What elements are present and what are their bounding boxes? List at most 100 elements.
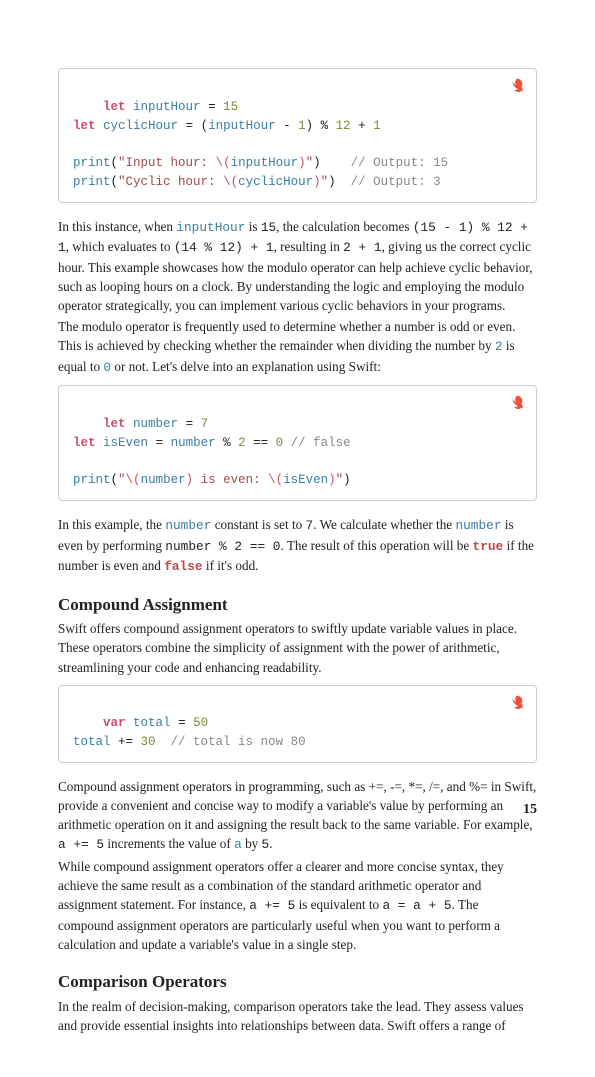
code-token: ) (343, 473, 351, 487)
code-token: ) (328, 473, 336, 487)
code-token: let (103, 100, 126, 114)
code-token: \( (223, 175, 238, 189)
code-token: "Cyclic hour: (118, 175, 223, 189)
code-token: cyclicHour (238, 175, 313, 189)
code-block-compound: var total = 50 total += 30 // total is n… (58, 685, 537, 763)
inline-code: 2 (495, 339, 503, 354)
code-token: isEven (103, 436, 148, 450)
code-token: isEven (283, 473, 328, 487)
text: . We calculate whether the (313, 517, 455, 532)
code-token: number (141, 473, 186, 487)
code-token: += (111, 735, 141, 749)
code-token: let (103, 417, 126, 431)
page-content: let inputHour = 15 let cyclicHour = (inp… (0, 0, 595, 1077)
code-token: ( (111, 156, 119, 170)
paragraph-compound-explain: Compound assignment operators in program… (58, 777, 537, 855)
paragraph-modulo-odd-even: The modulo operator is frequently used t… (58, 317, 537, 377)
text: is equivalent to (295, 897, 382, 912)
inline-code: number % 2 == 0 (165, 539, 280, 554)
code-token: print (73, 156, 111, 170)
text: In this instance, when (58, 219, 176, 234)
code-token: print (73, 473, 111, 487)
code-token: // Output: 15 (351, 156, 449, 170)
inline-code: (14 % 12) + 1 (174, 240, 274, 255)
code-token: ) (186, 473, 194, 487)
code-token: \( (126, 473, 141, 487)
code-token: total (73, 735, 111, 749)
inline-code: number (165, 518, 211, 533)
code-token: ( (111, 473, 119, 487)
code-token: inputHour (133, 100, 201, 114)
text: is (245, 219, 260, 234)
inline-code: true (473, 539, 504, 554)
code-token: 1 (373, 119, 381, 133)
page-number: 15 (523, 800, 537, 820)
code-token: ) (313, 175, 321, 189)
code-token: 50 (193, 716, 208, 730)
text: constant is set to (211, 517, 305, 532)
code-token: ) (328, 175, 351, 189)
code-token: ) (313, 156, 351, 170)
inline-code: number (455, 518, 501, 533)
code-token: print (73, 175, 111, 189)
code-token: = (178, 716, 193, 730)
text: if it's odd. (203, 558, 259, 573)
code-token: inputHour (208, 119, 276, 133)
code-token: ( (111, 175, 119, 189)
text: , the calculation becomes (276, 219, 413, 234)
code-token: inputHour (231, 156, 299, 170)
code-token: // false (283, 436, 351, 450)
inline-code: 2 + 1 (343, 240, 381, 255)
code-token: = (156, 436, 171, 450)
code-token: " (321, 175, 329, 189)
paragraph-cyclic-explain: In this instance, when inputHour is 15, … (58, 217, 537, 316)
text: or not. Let's delve into an explanation … (111, 359, 381, 374)
swift-icon (508, 77, 526, 102)
code-token: = (208, 100, 223, 114)
code-token: 1 (298, 119, 306, 133)
paragraph-iseven-explain: In this example, the number constant is … (58, 515, 537, 577)
inline-code: false (164, 559, 202, 574)
code-token: is even: (193, 473, 268, 487)
code-token: 12 (336, 119, 351, 133)
inline-code: a (234, 837, 242, 852)
code-token: 2 (238, 436, 246, 450)
inline-code: inputHour (176, 220, 245, 235)
text: by (242, 836, 262, 851)
code-token: var (103, 716, 126, 730)
text: increments the value of (104, 836, 234, 851)
code-token: ) % (306, 119, 336, 133)
inline-code: a += 5 (58, 837, 104, 852)
heading-comparison-operators: Comparison Operators (58, 970, 537, 995)
code-token: // Output: 3 (351, 175, 441, 189)
text: . (269, 836, 272, 851)
code-token: ) (298, 156, 306, 170)
paragraph-comparison-intro: In the realm of decision-making, compari… (58, 997, 537, 1035)
code-token: % (216, 436, 239, 450)
code-token: 15 (223, 100, 238, 114)
text: . The result of this operation will be (281, 538, 473, 553)
text: The modulo operator is frequently used t… (58, 319, 515, 353)
inline-code: 15 (261, 220, 276, 235)
code-token: - (276, 119, 299, 133)
code-token: == (246, 436, 276, 450)
code-token: total (133, 716, 171, 730)
code-token: 30 (141, 735, 156, 749)
paragraph-compound-intro: Swift offers compound assignment operato… (58, 619, 537, 676)
code-token: + (351, 119, 374, 133)
swift-icon (508, 394, 526, 419)
code-block-iseven: let number = 7 let isEven = number % 2 =… (58, 385, 537, 501)
text: In this example, the (58, 517, 165, 532)
inline-code: a += 5 (249, 898, 295, 913)
swift-icon (508, 694, 526, 719)
code-token: let (73, 119, 96, 133)
code-token: \( (268, 473, 283, 487)
text: Compound assignment operators in program… (58, 779, 536, 832)
code-token: 7 (201, 417, 209, 431)
code-token: cyclicHour (103, 119, 178, 133)
code-token: number (133, 417, 178, 431)
code-token: " (306, 156, 314, 170)
code-token: = ( (186, 119, 209, 133)
text: , which evaluates to (66, 239, 174, 254)
code-token: \( (216, 156, 231, 170)
